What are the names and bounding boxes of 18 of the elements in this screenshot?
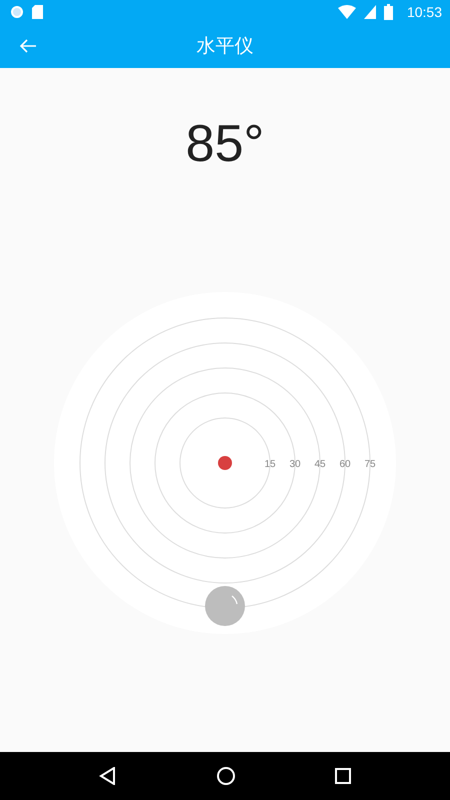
- battery-icon: [384, 4, 393, 20]
- wifi-icon: [338, 5, 356, 19]
- center-dot: [218, 456, 232, 470]
- status-time: 10:53: [406, 4, 442, 20]
- home-nav-button[interactable]: [216, 766, 236, 786]
- status-circle-icon: [10, 5, 24, 19]
- ring-label: 30: [289, 459, 301, 470]
- app-title: 水平仪: [196, 34, 254, 59]
- back-nav-button[interactable]: [99, 767, 118, 785]
- ring-label: 75: [364, 459, 376, 470]
- ring-label: 60: [339, 459, 351, 470]
- sd-card-icon: [32, 5, 43, 19]
- bubble: [205, 586, 245, 626]
- signal-icon: [364, 5, 376, 19]
- ring-label: 45: [314, 459, 326, 470]
- recents-nav-button[interactable]: [334, 768, 351, 784]
- ring-label: 15: [264, 459, 276, 470]
- angle-reading: 85°: [186, 114, 264, 174]
